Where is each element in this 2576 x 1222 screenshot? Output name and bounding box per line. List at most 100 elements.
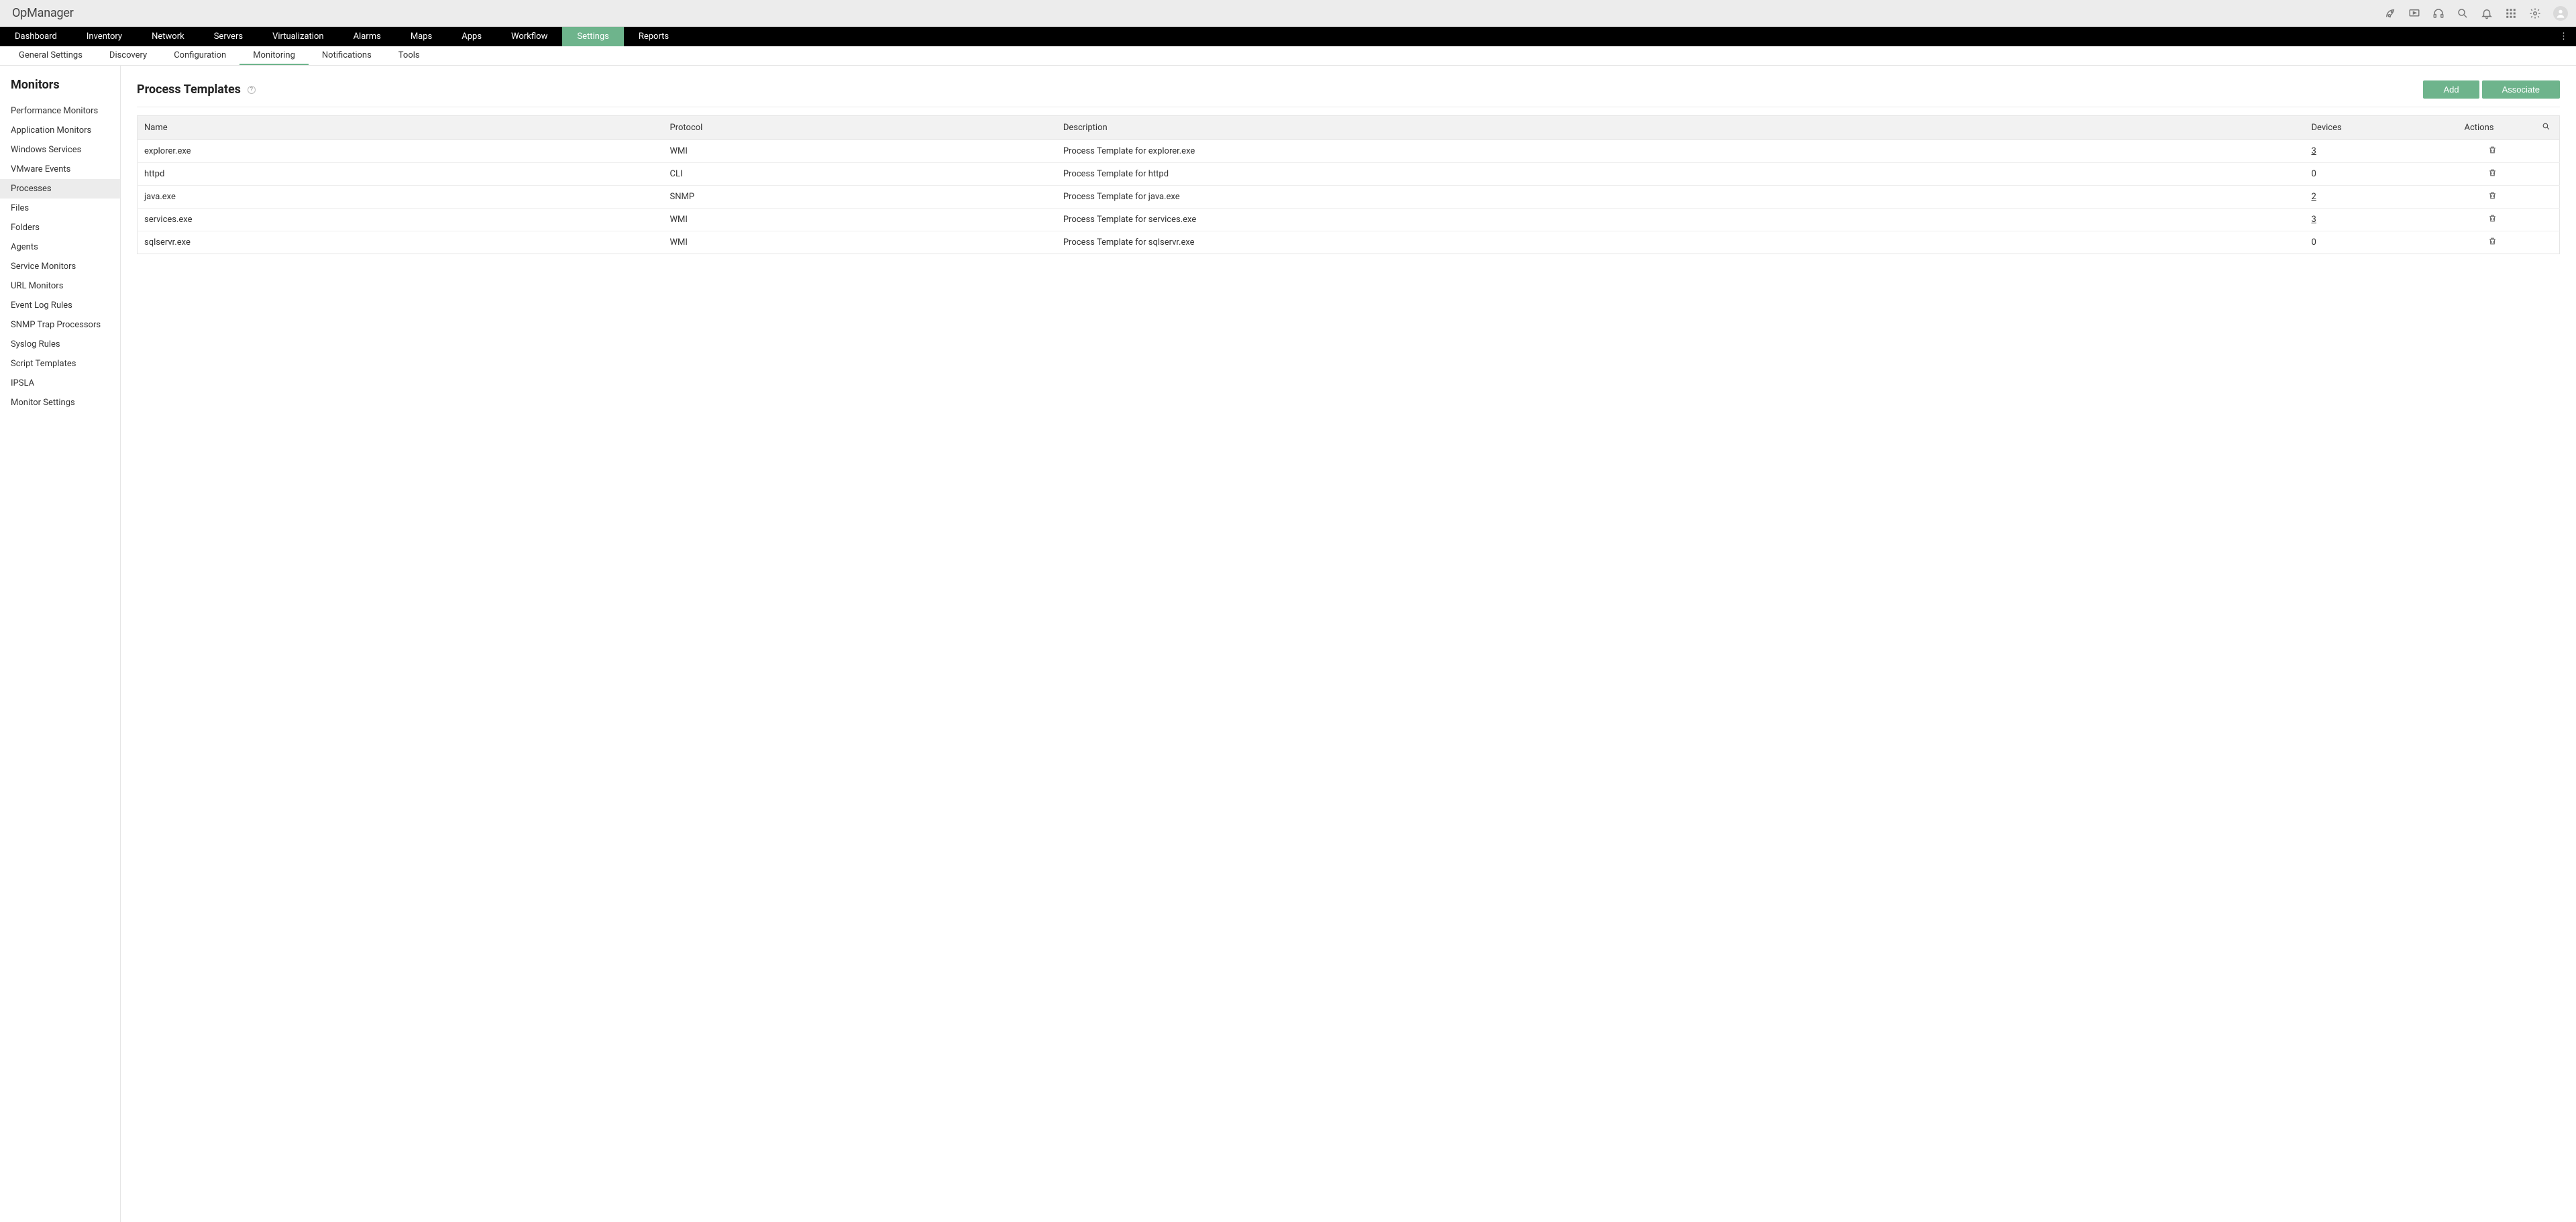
nav-apps[interactable]: Apps — [447, 27, 496, 46]
top-icon-bar — [2384, 6, 2568, 21]
table-row[interactable]: httpdCLIProcess Template for httpd0 — [138, 163, 2560, 186]
sidebar-item-performance-monitors[interactable]: Performance Monitors — [0, 101, 120, 121]
quick-launch-icon[interactable] — [2384, 7, 2396, 19]
delete-icon[interactable] — [2488, 191, 2497, 200]
cell-devices: 3 — [2305, 140, 2426, 163]
sidebar-item-folders[interactable]: Folders — [0, 218, 120, 237]
sidebar-item-vmware-events[interactable]: VMware Events — [0, 160, 120, 179]
app-logo: OpManager — [12, 6, 74, 20]
table-row[interactable]: explorer.exeWMIProcess Template for expl… — [138, 140, 2560, 163]
delete-icon[interactable] — [2488, 146, 2497, 154]
cell-actions — [2426, 231, 2560, 254]
table-search-icon[interactable] — [2533, 116, 2560, 140]
sidebar-item-processes[interactable]: Processes — [0, 179, 120, 199]
cell-protocol: WMI — [663, 209, 1057, 231]
headset-icon[interactable] — [2432, 7, 2445, 19]
delete-icon[interactable] — [2488, 214, 2497, 223]
sidebar-item-ipsla[interactable]: IPSLA — [0, 374, 120, 393]
sidebar-item-snmp-trap-processors[interactable]: SNMP Trap Processors — [0, 315, 120, 335]
sidebar-item-windows-services[interactable]: Windows Services — [0, 140, 120, 160]
add-button[interactable]: Add — [2423, 80, 2479, 99]
sub-nav: General SettingsDiscoveryConfigurationMo… — [0, 46, 2576, 66]
cell-description: Process Template for httpd — [1057, 163, 2305, 186]
page-title: Process Templates — [137, 82, 241, 97]
sidebar-title: Monitors — [0, 66, 120, 101]
cell-name: httpd — [138, 163, 663, 186]
devices-link[interactable]: 3 — [2312, 215, 2316, 225]
cell-description: Process Template for java.exe — [1057, 186, 2305, 209]
sidebar-item-agents[interactable]: Agents — [0, 237, 120, 257]
sidebar-item-syslog-rules[interactable]: Syslog Rules — [0, 335, 120, 354]
table-row[interactable]: services.exeWMIProcess Template for serv… — [138, 209, 2560, 231]
nav-settings[interactable]: Settings — [562, 27, 623, 46]
nav-inventory[interactable]: Inventory — [72, 27, 137, 46]
cell-actions — [2426, 209, 2560, 231]
cell-name: sqlservr.exe — [138, 231, 663, 254]
nav-more-icon[interactable]: ⋮ — [2551, 27, 2576, 46]
sidebar-item-application-monitors[interactable]: Application Monitors — [0, 121, 120, 140]
sidebar-item-service-monitors[interactable]: Service Monitors — [0, 257, 120, 276]
nav-alarms[interactable]: Alarms — [339, 27, 396, 46]
sidebar-item-url-monitors[interactable]: URL Monitors — [0, 276, 120, 296]
cell-devices: 0 — [2305, 231, 2426, 254]
nav-virtualization[interactable]: Virtualization — [258, 27, 339, 46]
table-row[interactable]: java.exeSNMPProcess Template for java.ex… — [138, 186, 2560, 209]
cell-description: Process Template for explorer.exe — [1057, 140, 2305, 163]
nav-network[interactable]: Network — [137, 27, 199, 46]
user-avatar[interactable] — [2553, 6, 2568, 21]
cell-devices: 3 — [2305, 209, 2426, 231]
devices-link[interactable]: 3 — [2312, 146, 2316, 156]
nav-reports[interactable]: Reports — [624, 27, 684, 46]
sidebar-item-script-templates[interactable]: Script Templates — [0, 354, 120, 374]
presentation-icon[interactable] — [2408, 7, 2420, 19]
col-devices[interactable]: Devices — [2305, 116, 2426, 140]
subnav-configuration[interactable]: Configuration — [160, 46, 239, 65]
search-icon[interactable] — [2457, 7, 2469, 19]
col-actions: Actions — [2426, 116, 2533, 140]
delete-icon[interactable] — [2488, 168, 2497, 177]
cell-devices: 0 — [2305, 163, 2426, 186]
cell-description: Process Template for services.exe — [1057, 209, 2305, 231]
main-nav: DashboardInventoryNetworkServersVirtuali… — [0, 27, 2576, 46]
nav-servers[interactable]: Servers — [199, 27, 258, 46]
gear-icon[interactable] — [2529, 7, 2541, 19]
table-row[interactable]: sqlservr.exeWMIProcess Template for sqls… — [138, 231, 2560, 254]
help-icon[interactable]: ? — [248, 86, 256, 94]
cell-protocol: SNMP — [663, 186, 1057, 209]
cell-name: services.exe — [138, 209, 663, 231]
delete-icon[interactable] — [2488, 237, 2497, 245]
subnav-general-settings[interactable]: General Settings — [5, 46, 96, 65]
devices-link[interactable]: 2 — [2312, 192, 2316, 202]
bell-icon[interactable] — [2481, 7, 2493, 19]
nav-dashboard[interactable]: Dashboard — [0, 27, 72, 46]
cell-actions — [2426, 186, 2560, 209]
sidebar-item-monitor-settings[interactable]: Monitor Settings — [0, 393, 120, 412]
subnav-monitoring[interactable]: Monitoring — [239, 46, 309, 65]
sidebar-item-event-log-rules[interactable]: Event Log Rules — [0, 296, 120, 315]
cell-protocol: CLI — [663, 163, 1057, 186]
cell-description: Process Template for sqlservr.exe — [1057, 231, 2305, 254]
cell-protocol: WMI — [663, 231, 1057, 254]
sidebar-item-files[interactable]: Files — [0, 199, 120, 218]
process-templates-table: Name Protocol Description Devices Action… — [137, 115, 2560, 254]
sidebar: Monitors Performance MonitorsApplication… — [0, 66, 121, 1222]
cell-actions — [2426, 140, 2560, 163]
nav-workflow[interactable]: Workflow — [496, 27, 562, 46]
col-description[interactable]: Description — [1057, 116, 2305, 140]
subnav-notifications[interactable]: Notifications — [309, 46, 385, 65]
col-name[interactable]: Name — [138, 116, 663, 140]
cell-actions — [2426, 163, 2560, 186]
subnav-tools[interactable]: Tools — [385, 46, 433, 65]
subnav-discovery[interactable]: Discovery — [96, 46, 160, 65]
content-header: Process Templates ? Add Associate — [137, 80, 2560, 107]
cell-name: java.exe — [138, 186, 663, 209]
cell-devices: 2 — [2305, 186, 2426, 209]
nav-maps[interactable]: Maps — [396, 27, 447, 46]
associate-button[interactable]: Associate — [2482, 80, 2560, 99]
content-area: Process Templates ? Add Associate Name P… — [121, 66, 2576, 1222]
top-header: OpManager — [0, 0, 2576, 27]
apps-grid-icon[interactable] — [2505, 7, 2517, 19]
cell-name: explorer.exe — [138, 140, 663, 163]
cell-protocol: WMI — [663, 140, 1057, 163]
col-protocol[interactable]: Protocol — [663, 116, 1057, 140]
